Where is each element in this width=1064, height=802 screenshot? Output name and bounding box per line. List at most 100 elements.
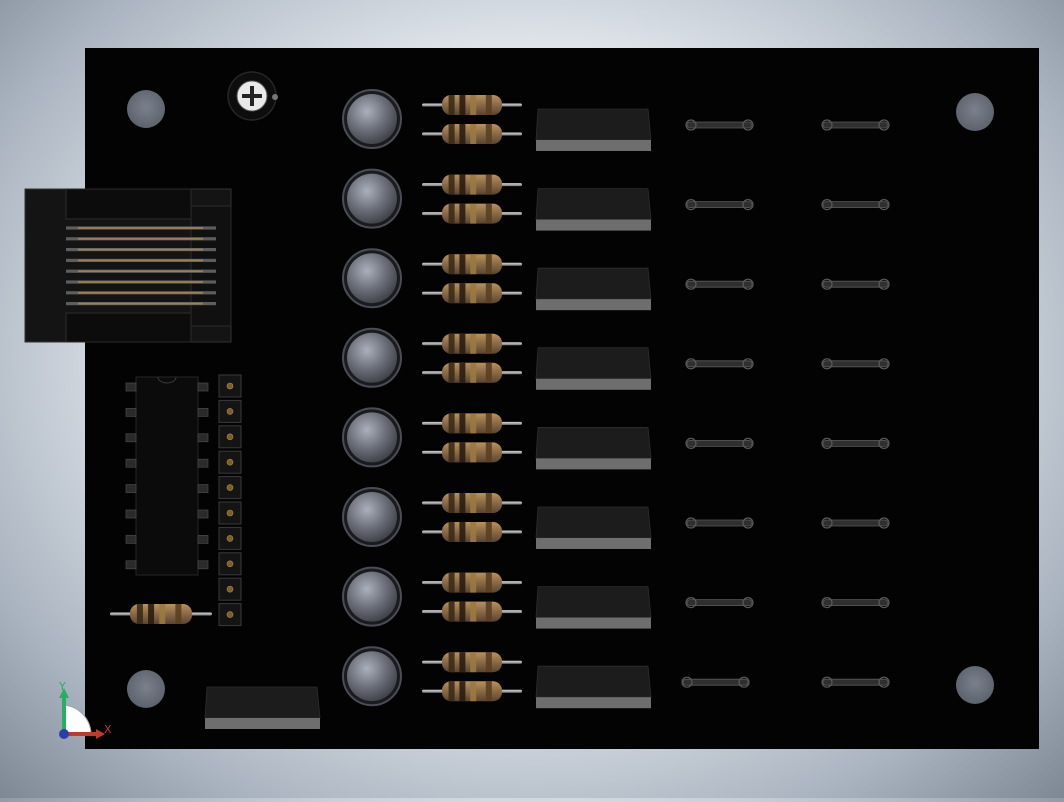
header-pin-tip (226, 458, 234, 466)
resistor-band (448, 681, 455, 702)
led[interactable] (347, 492, 397, 542)
resistor-band (459, 522, 466, 542)
relay-body (535, 506, 652, 539)
resistor-band (459, 333, 466, 354)
jumper-wire (686, 439, 753, 447)
header-pin-tip (226, 611, 234, 618)
ic-pin (125, 382, 137, 392)
resistor-band (470, 601, 477, 622)
mounting-hole (127, 90, 165, 128)
relay[interactable] (535, 427, 652, 470)
resistor-band (459, 442, 466, 463)
relay-body (535, 427, 652, 459)
relay[interactable] (204, 686, 321, 729)
relay[interactable] (535, 586, 652, 629)
jumper-wire (822, 201, 889, 209)
resistor-band (470, 652, 477, 673)
resistor-band (148, 604, 155, 624)
connector-bottom (65, 312, 192, 343)
ic-pin (125, 509, 137, 519)
pcb-model[interactable]: XY (0, 0, 1064, 798)
relay-body (535, 665, 652, 698)
header-pin-tip (226, 535, 234, 542)
relay[interactable] (535, 347, 652, 390)
resistor-band (470, 522, 477, 542)
connector-latch (190, 205, 232, 327)
cad-viewport[interactable]: XY (0, 0, 1064, 798)
ic-pin (125, 560, 137, 570)
ic-pin (197, 433, 209, 443)
resistor-band (448, 572, 455, 593)
led[interactable] (347, 651, 397, 702)
modular-connector[interactable] (24, 188, 232, 343)
dip-ic[interactable] (125, 376, 209, 576)
led[interactable] (347, 412, 397, 463)
resistor-band (459, 493, 466, 513)
relay-base (536, 299, 651, 311)
header-pin-tip (226, 408, 234, 415)
ic-pin (197, 560, 209, 570)
y-axis-label: Y (58, 680, 66, 693)
jumper-wire (682, 678, 749, 686)
resistor-band (485, 124, 492, 144)
header-pin-tip (226, 484, 234, 491)
relay[interactable] (535, 188, 652, 231)
led[interactable] (347, 332, 397, 383)
resistor-band (485, 522, 492, 542)
x-axis-label: X (104, 723, 112, 736)
resistor-band (470, 493, 477, 513)
resistor-band (459, 413, 466, 434)
relay-body (535, 267, 652, 300)
resistor-band (459, 362, 466, 383)
resistor-band (485, 333, 492, 354)
relay-base (536, 458, 651, 470)
relay-base (536, 697, 651, 709)
resistor-band (159, 604, 166, 624)
resistor-band (459, 572, 466, 593)
relay[interactable] (535, 665, 652, 709)
relay[interactable] (535, 108, 652, 151)
jumper-wire (822, 121, 889, 129)
header-pin-tip (226, 382, 234, 390)
jumper-wire (686, 121, 753, 129)
connector-contact-gold (78, 291, 203, 294)
led[interactable] (347, 94, 397, 144)
mounting-hole (956, 93, 994, 131)
relay[interactable] (535, 506, 652, 549)
resistor-band (448, 601, 455, 622)
resistor-band (470, 174, 477, 195)
connector-contact-gold (78, 237, 203, 240)
resistor-band (459, 601, 466, 622)
resistor-band (485, 95, 492, 115)
resistor-band (470, 362, 477, 383)
connector-contact-gold (78, 281, 203, 283)
resistor-band (136, 604, 143, 624)
resistor-band (448, 652, 455, 673)
ic-pin (125, 433, 137, 443)
led[interactable] (347, 173, 397, 224)
relay-base (536, 538, 651, 549)
relay-base (536, 617, 651, 629)
resistor-band (470, 203, 477, 224)
resistor-band (485, 362, 492, 383)
resistor-band (459, 124, 466, 144)
relay-base (536, 378, 651, 390)
ic-pin (197, 509, 209, 519)
ic-pin (197, 458, 209, 468)
jumper-wire (822, 280, 889, 288)
resistor-band (470, 681, 477, 702)
pot-slot (250, 86, 254, 106)
led[interactable] (347, 253, 397, 304)
relay[interactable] (535, 267, 652, 311)
pcb-board[interactable] (85, 48, 1039, 749)
jumper-wire (686, 599, 753, 606)
resistor-band (485, 283, 492, 304)
relay-body (535, 188, 652, 220)
relay-body (535, 108, 652, 141)
ic-pin (197, 484, 209, 493)
resistor-band (470, 333, 477, 354)
resistor-band (448, 493, 455, 513)
led[interactable] (347, 571, 397, 622)
ic-pin (197, 408, 209, 417)
resistor-band (470, 283, 477, 304)
